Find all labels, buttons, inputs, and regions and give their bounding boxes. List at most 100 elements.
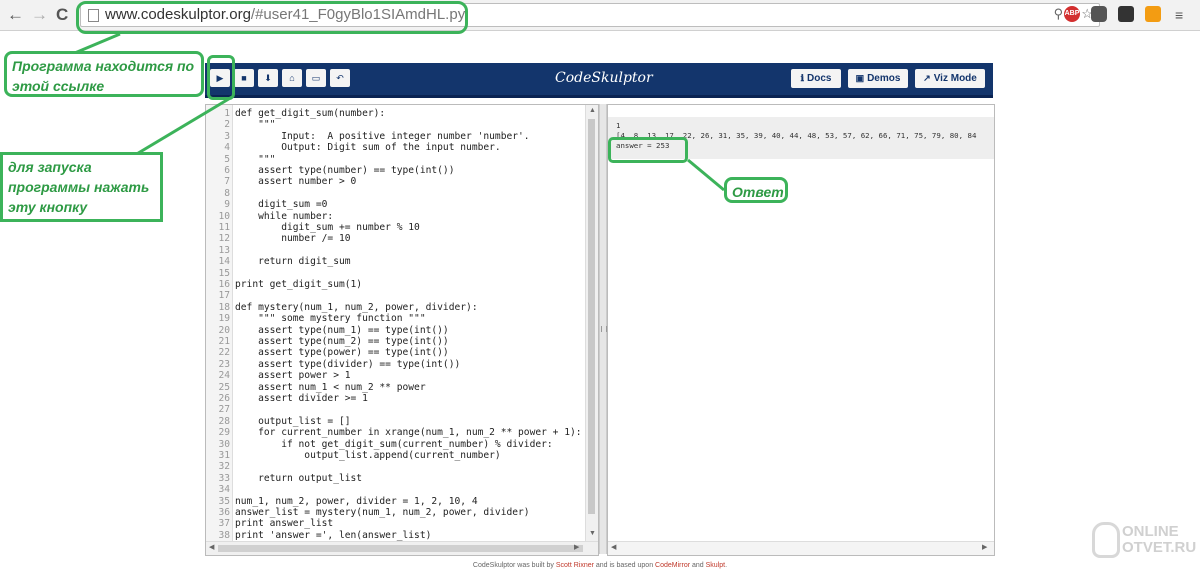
code-line[interactable]: 33 return output_list <box>206 473 362 484</box>
code-line[interactable]: 4 Output: Digit sum of the input number. <box>206 142 500 153</box>
code-line[interactable]: 20 assert type(num_1) == type(int()) <box>206 324 449 336</box>
output-scroll-right-arrow-icon[interactable]: ▶ <box>982 543 987 553</box>
demos-button[interactable]: ▣ Demos <box>848 69 908 88</box>
code-line[interactable]: 12 number /= 10 <box>206 233 351 245</box>
run-note: для запуска программы нажать эту кнопку <box>0 152 163 222</box>
line-number: 8 <box>224 187 230 199</box>
code-text: assert type(num_1) == type(int()) <box>235 324 449 336</box>
demos-icon: ▣ <box>855 73 865 83</box>
editor-horizontal-scrollbar[interactable]: ◀ ▶ <box>206 541 598 555</box>
code-line[interactable]: 34 <box>206 484 235 495</box>
scroll-up-arrow-icon[interactable]: ▲ <box>589 106 596 116</box>
viz-mode-button[interactable]: ↗ Viz Mode <box>915 69 985 88</box>
code-line[interactable]: 38 print 'answer =', len(answer_list) <box>206 530 431 541</box>
line-number: 18 <box>218 301 230 313</box>
code-text: assert divider >= 1 <box>235 393 368 404</box>
pane-splitter[interactable] <box>599 104 607 554</box>
code-line[interactable]: 19 """ some mystery function """ <box>206 313 425 324</box>
code-line[interactable]: 21 assert type(num_2) == type(int()) <box>206 336 448 347</box>
answer-note: Ответ <box>724 177 788 203</box>
line-number: 34 <box>218 484 230 496</box>
code-line[interactable]: 1 def get_digit_sum(number): <box>206 108 385 119</box>
scroll-down-arrow-icon[interactable]: ▼ <box>589 529 596 539</box>
code-text: Input: A positive integer number 'number… <box>235 130 530 142</box>
output-horizontal-scrollbar[interactable]: ◀ ▶ <box>608 541 994 555</box>
code-line[interactable]: 25 assert num_1 < num_2 ** power <box>206 382 425 393</box>
line-number: 2 <box>224 119 230 131</box>
line-number: 20 <box>218 324 230 336</box>
code-line[interactable]: 9 digit_sum =0 <box>206 199 327 210</box>
code-line[interactable]: 6 assert type(number) == type(int()) <box>206 165 454 176</box>
reset-button[interactable]: ↶ <box>330 69 350 87</box>
code-editor[interactable]: 1 def get_digit_sum(number): 2 """ 3 Input:… <box>205 104 599 556</box>
output-scroll-left-arrow-icon[interactable]: ◀ <box>611 543 616 553</box>
footer-middle: and is based upon <box>593 562 656 569</box>
reload-icon[interactable]: C <box>56 5 68 25</box>
code-line[interactable]: 13 <box>206 245 235 256</box>
docs-button[interactable]: ℹ Docs <box>791 69 841 88</box>
editor-scroll-thumb[interactable] <box>588 119 595 514</box>
code-text: assert type(power) == type(int()) <box>235 347 449 359</box>
code-line[interactable]: 14 return digit_sum <box>206 256 350 267</box>
line-number: 12 <box>218 233 230 245</box>
line-number: 24 <box>218 370 230 382</box>
code-line[interactable]: 7 assert number > 0 <box>206 176 356 187</box>
code-text: print 'answer =', len(answer_list) <box>235 529 432 541</box>
output-line-1: 1 <box>616 121 621 130</box>
viz-mode-label: Viz Mode <box>933 73 977 84</box>
codemirror-link[interactable]: CodeMirror <box>655 562 690 569</box>
code-line[interactable]: 8 <box>206 188 235 199</box>
code-line[interactable]: 27 <box>206 404 235 415</box>
line-number: 10 <box>218 210 230 222</box>
line-number: 30 <box>218 438 230 450</box>
code-text: digit_sum =0 <box>235 199 328 211</box>
save-button[interactable]: ■ <box>234 69 254 87</box>
code-line[interactable]: 30 if not get_digit_sum(current_number) … <box>206 438 552 450</box>
code-line[interactable]: 35 num_1, num_2, power, divider = 1, 2, 1… <box>206 495 478 507</box>
code-line[interactable]: 26 assert divider >= 1 <box>206 393 368 404</box>
author-link[interactable]: Scott Rixner <box>556 562 594 569</box>
code-line[interactable]: 18 def mystery(num_1, num_2, power, divid… <box>206 301 477 313</box>
code-line[interactable]: 24 assert power > 1 <box>206 370 350 382</box>
line-number: 31 <box>218 450 230 461</box>
code-line[interactable]: 23 assert type(divider) == type(int()) <box>206 359 460 370</box>
back-arrow-icon[interactable]: ← <box>7 5 24 25</box>
code-line[interactable]: 36 answer_list = mystery(num_1, num_2, po… <box>206 507 529 518</box>
code-line[interactable]: 2 """ <box>206 119 275 130</box>
code-line[interactable]: 17 <box>206 290 235 301</box>
code-line[interactable]: 37 print answer_list <box>206 518 333 529</box>
code-line[interactable]: 29 for current_number in xrange(num_1, n… <box>206 427 581 438</box>
line-number: 38 <box>218 529 230 541</box>
code-line[interactable]: 10 while number: <box>206 211 333 222</box>
menu-icon[interactable]: ≡ <box>1175 5 1183 25</box>
scroll-left-arrow-icon[interactable]: ◀ <box>209 543 214 553</box>
code-text: num_1, num_2, power, divider = 1, 2, 10,… <box>235 495 478 507</box>
fresh-url-button[interactable]: ⌂ <box>282 69 302 87</box>
editor-vertical-scrollbar[interactable]: ▲ ▼ <box>585 105 598 541</box>
editor-hscroll-thumb[interactable] <box>218 545 583 552</box>
code-line[interactable]: 32 <box>206 461 235 472</box>
code-line[interactable]: 11 digit_sum += number % 10 <box>206 222 419 233</box>
fox-extension-icon[interactable] <box>1145 6 1161 22</box>
adblock-extension-icon[interactable]: ABP <box>1064 6 1080 22</box>
code-line[interactable]: 22 assert type(power) == type(int()) <box>206 347 449 359</box>
code-line[interactable]: 28 output_list = [] <box>206 416 350 427</box>
ghost-extension-icon[interactable] <box>1091 6 1107 22</box>
skulpt-link[interactable]: Skulpt <box>706 562 725 569</box>
watermark: ONLINE OTVET.RU <box>1092 520 1197 568</box>
forward-arrow-icon[interactable]: → <box>31 5 48 25</box>
footer-prefix: CodeSkulptor was built by <box>472 562 556 569</box>
code-line[interactable]: 16 print get_digit_sum(1) <box>206 279 362 290</box>
scroll-right-arrow-icon[interactable]: ▶ <box>574 543 579 553</box>
code-text: number /= 10 <box>235 233 351 245</box>
code-line[interactable]: 3 Input: A positive integer number 'numb… <box>206 130 530 142</box>
code-line[interactable]: 15 <box>206 268 235 279</box>
line-number: 32 <box>218 461 230 473</box>
download-button[interactable]: ⬇ <box>258 69 278 87</box>
line-number: 16 <box>218 279 230 290</box>
code-line[interactable]: 31 output_list.append(current_number) <box>206 450 500 461</box>
evernote-extension-icon[interactable] <box>1118 6 1134 22</box>
open-button[interactable]: ▭ <box>306 69 326 87</box>
code-line[interactable]: 5 """ <box>206 154 275 165</box>
zoom-icon[interactable]: ⚲ <box>1054 6 1064 21</box>
